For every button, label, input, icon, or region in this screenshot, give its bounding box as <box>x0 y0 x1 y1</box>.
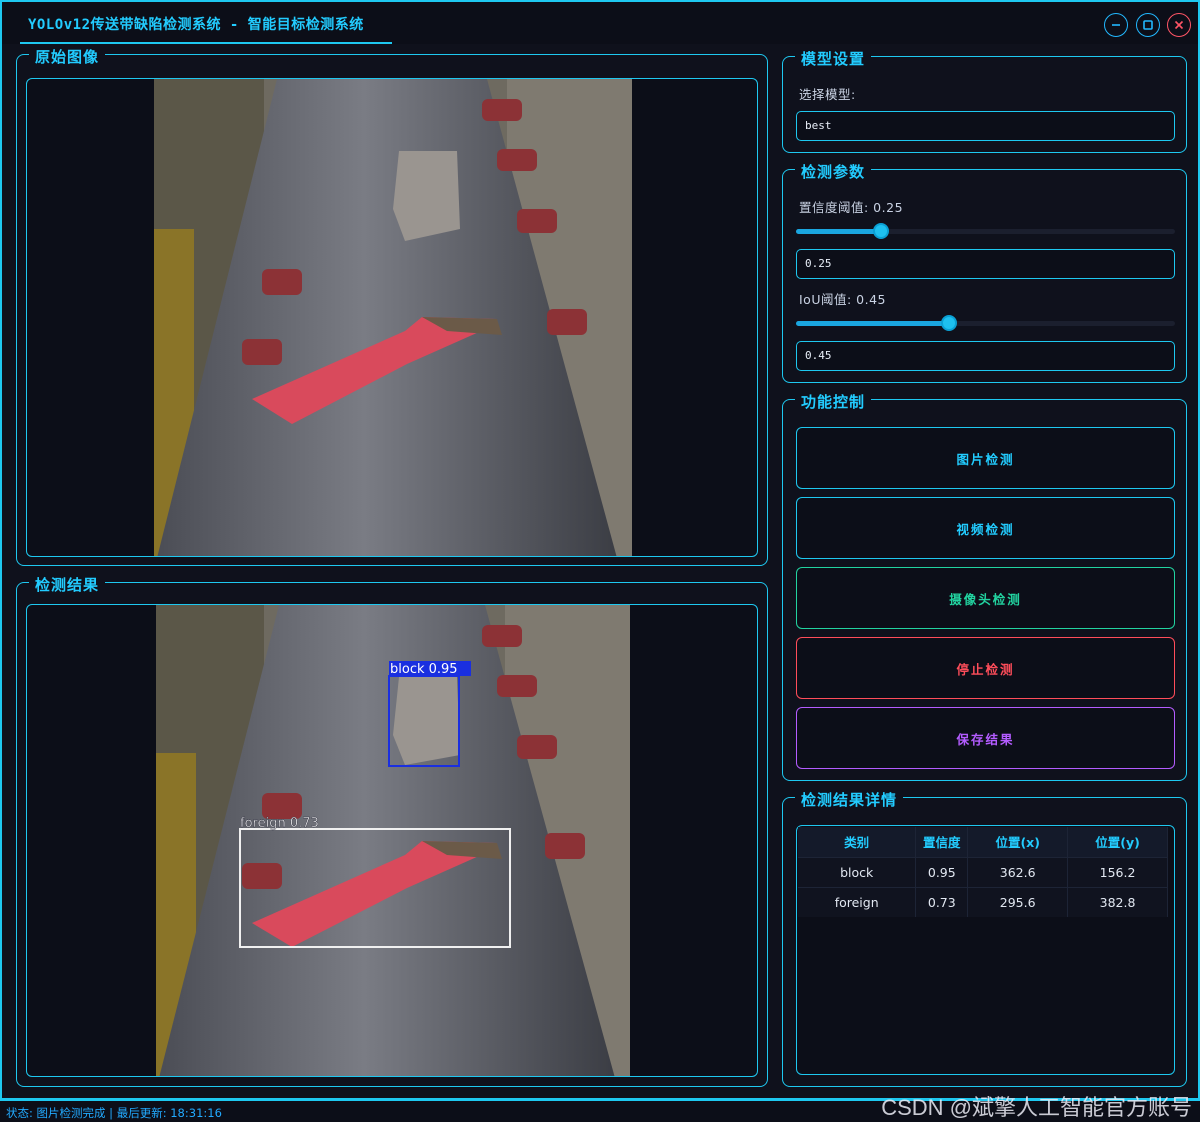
close-button[interactable] <box>1167 13 1191 37</box>
slider-handle[interactable] <box>873 223 889 239</box>
image-detect-button[interactable]: 图片检测 <box>796 427 1175 489</box>
original-image-view <box>26 78 758 557</box>
original-image <box>154 79 632 556</box>
maximize-button[interactable] <box>1136 13 1160 37</box>
model-select-label: 选择模型: <box>799 87 856 102</box>
minimize-icon <box>1112 24 1120 26</box>
model-select[interactable]: best <box>796 111 1175 141</box>
iou-threshold-input[interactable]: 0.45 <box>796 341 1175 371</box>
cell-class: block <box>798 856 917 887</box>
cell-confidence: 0.95 <box>915 856 969 887</box>
minimize-button[interactable] <box>1104 13 1128 37</box>
title-underline <box>20 42 392 44</box>
video-detect-button[interactable]: 视频检测 <box>796 497 1175 559</box>
maximize-icon <box>1143 20 1153 30</box>
original-image-title: 原始图像 <box>29 46 106 67</box>
model-settings-title: 模型设置 <box>795 48 872 69</box>
detection-details-title: 检测结果详情 <box>795 789 904 810</box>
save-result-button[interactable]: 保存结果 <box>796 707 1175 769</box>
iou-threshold-label: IoU阈值: 0.45 <box>799 292 887 307</box>
conf-threshold-input[interactable]: 0.25 <box>796 249 1175 279</box>
detection-label-block: block 0.95 <box>390 662 458 677</box>
cell-y: 156.2 <box>1067 856 1168 887</box>
detection-details-table: 类别 置信度 位置(x) 位置(y) block 0.95 362.6 156.… <box>798 827 1168 917</box>
watermark: CSDN @斌擎人工智能官方账号 <box>881 1095 1192 1120</box>
cell-x: 295.6 <box>967 886 1069 917</box>
table-row[interactable]: foreign 0.73 295.6 382.8 <box>798 886 1168 917</box>
column-header-y[interactable]: 位置(y) <box>1067 827 1168 857</box>
table-header-row: 类别 置信度 位置(x) 位置(y) <box>798 827 1168 857</box>
result-image-view: block 0.95 foreign 0.73 <box>26 604 758 1077</box>
app-window: YOLOv12传送带缺陷检测系统 - 智能目标检测系统 原始图像 检测结果 bl… <box>0 0 1200 1100</box>
detection-result-title: 检测结果 <box>29 574 106 595</box>
table-row[interactable]: block 0.95 362.6 156.2 <box>798 856 1168 887</box>
detect-params-title: 检测参数 <box>795 161 872 182</box>
cell-y: 382.8 <box>1067 886 1168 917</box>
iou-threshold-slider[interactable] <box>796 315 1175 331</box>
camera-detect-button[interactable]: 摄像头检测 <box>796 567 1175 629</box>
detection-label-foreign: foreign 0.73 <box>240 816 319 831</box>
status-text: 状态: 图片检测完成 | 最后更新: 18:31:16 <box>6 1106 222 1120</box>
title-bar[interactable]: YOLOv12传送带缺陷检测系统 - 智能目标检测系统 <box>2 2 1198 44</box>
column-header-class[interactable]: 类别 <box>798 827 917 857</box>
column-header-confidence[interactable]: 置信度 <box>915 827 969 857</box>
function-control-title: 功能控制 <box>795 391 872 412</box>
slider-handle[interactable] <box>941 315 957 331</box>
conf-threshold-slider[interactable] <box>796 223 1175 239</box>
cell-class: foreign <box>798 886 917 917</box>
window-title: YOLOv12传送带缺陷检测系统 - 智能目标检测系统 <box>28 17 364 33</box>
cell-x: 362.6 <box>967 856 1069 887</box>
result-image: block 0.95 foreign 0.73 <box>156 605 630 1076</box>
conf-threshold-label: 置信度阈值: 0.25 <box>799 200 904 215</box>
column-header-x[interactable]: 位置(x) <box>967 827 1069 857</box>
close-icon <box>1174 20 1184 30</box>
cell-confidence: 0.73 <box>915 886 969 917</box>
stop-detect-button[interactable]: 停止检测 <box>796 637 1175 699</box>
